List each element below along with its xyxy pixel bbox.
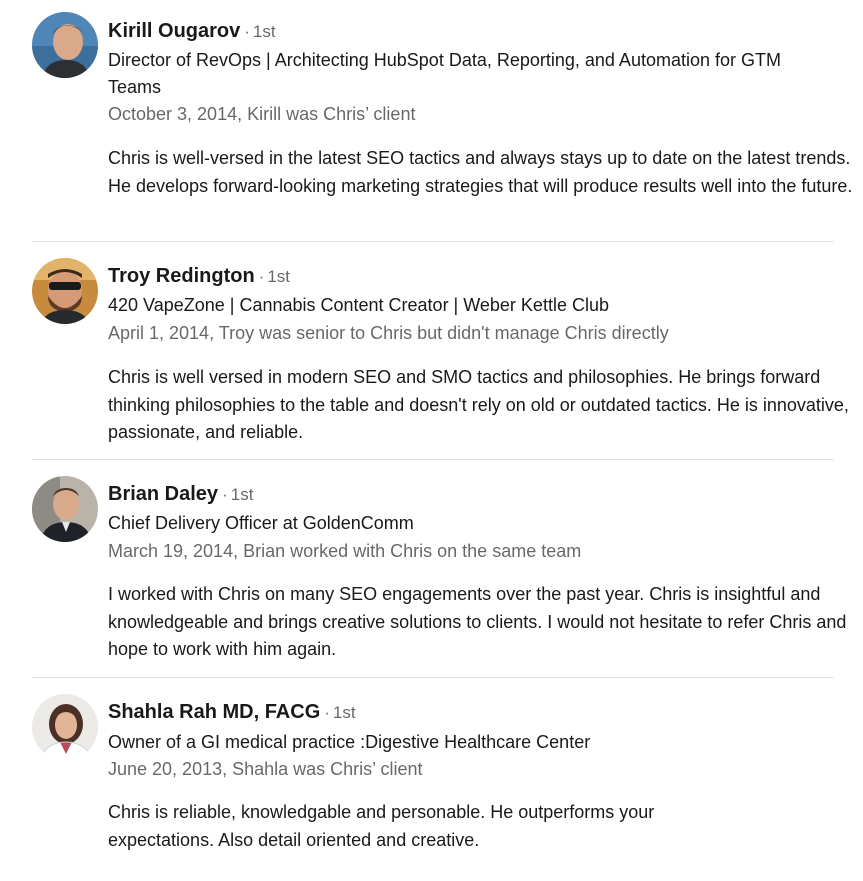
recommendation-text: Chris is well versed in modern SEO and S…	[108, 367, 849, 442]
name-line: Kirill Ougarov · 1st	[108, 18, 276, 46]
separator-dot: ·	[244, 22, 250, 41]
profile-photo-kirill	[32, 12, 98, 78]
profile-photo-brian	[32, 476, 98, 542]
avatar[interactable]	[32, 12, 98, 78]
recommender-headline: Director of RevOps | Architecting HubSpo…	[108, 50, 781, 97]
separator-dot: ·	[222, 485, 228, 504]
recommender-name[interactable]: Kirill Ougarov	[108, 20, 240, 42]
recommendation-meta: June 20, 2013, Shahla was Chris’ client	[108, 759, 423, 779]
connection-degree: 1st	[332, 703, 356, 722]
avatar[interactable]	[32, 258, 98, 324]
separator-dot: ·	[258, 267, 265, 286]
recommendation-text: I worked with Chris on many SEO engageme…	[108, 584, 847, 659]
recommender-name[interactable]: Brian Daley	[108, 483, 218, 505]
name-line: Brian Daley · 1st	[108, 481, 253, 509]
recommendation-text: Chris is well-versed in the latest SEO t…	[108, 148, 853, 196]
separator-dot: ·	[324, 703, 330, 722]
recommender-headline: Owner of a GI medical practice :Digestiv…	[108, 732, 591, 752]
avatar[interactable]	[32, 476, 98, 542]
recommender-headline: Chief Delivery Officer at GoldenComm	[108, 513, 414, 533]
recommender-headline: 420 VapeZone | Cannabis Content Creator …	[108, 295, 609, 315]
name-line: Troy Redington · 1st	[108, 263, 290, 291]
name-line: Shahla Rah MD, FACG · 1st	[108, 699, 356, 727]
divider	[32, 241, 834, 242]
recommender-name[interactable]: Shahla Rah MD, FACG	[108, 701, 320, 723]
recommendation-text: Chris is reliable, knowledgable and pers…	[108, 802, 655, 850]
connection-degree: 1st	[252, 22, 276, 41]
profile-photo-troy	[32, 258, 98, 324]
recommendation-meta: March 19, 2014, Brian worked with Chris …	[108, 541, 582, 561]
profile-photo-shahla	[32, 694, 98, 760]
divider	[32, 459, 834, 460]
divider	[32, 677, 834, 678]
connection-degree: 1st	[267, 267, 291, 286]
recommender-name[interactable]: Troy Redington	[108, 265, 255, 287]
recommendation-meta: October 3, 2014, Kirill was Chris’ clien…	[108, 104, 416, 124]
recommendation-meta: April 1, 2014, Troy was senior to Chris …	[108, 323, 669, 343]
connection-degree: 1st	[230, 485, 254, 504]
avatar[interactable]	[32, 694, 98, 760]
